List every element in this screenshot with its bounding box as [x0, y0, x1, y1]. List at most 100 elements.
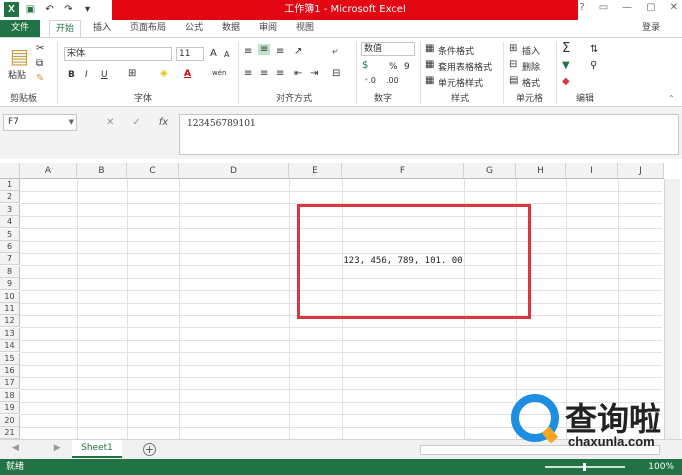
- align-bottom-icon[interactable]: ≡: [276, 46, 284, 57]
- column-header-e[interactable]: E: [289, 163, 342, 179]
- row-header[interactable]: 20: [0, 414, 20, 427]
- number-format-select[interactable]: 数值: [361, 42, 415, 56]
- column-header-c[interactable]: C: [127, 163, 179, 179]
- align-top-icon[interactable]: ≡: [244, 46, 252, 57]
- tab-review[interactable]: 审阅: [254, 20, 282, 37]
- select-all-corner[interactable]: [0, 163, 20, 179]
- login-link[interactable]: 登录: [642, 20, 660, 37]
- chevron-down-icon[interactable]: ▼: [69, 115, 74, 130]
- row-header[interactable]: 8: [0, 265, 20, 278]
- align-left-icon[interactable]: ≡: [244, 68, 252, 79]
- column-header-f[interactable]: F: [342, 163, 464, 179]
- add-sheet-button[interactable]: +: [143, 443, 156, 456]
- collapse-ribbon-icon[interactable]: ⌃: [668, 94, 675, 103]
- font-color-button[interactable]: A: [184, 69, 191, 79]
- decrease-indent-icon[interactable]: ⇤: [294, 68, 302, 79]
- name-box[interactable]: F7 ▼: [3, 114, 77, 131]
- conditional-format-button[interactable]: 条件格式: [438, 44, 474, 57]
- row-header[interactable]: 7: [0, 253, 20, 266]
- delete-cells-icon[interactable]: ⊟: [509, 59, 517, 70]
- grow-font-button[interactable]: A: [210, 48, 217, 59]
- format-as-table-button[interactable]: 套用表格格式: [438, 60, 492, 73]
- tab-view[interactable]: 视图: [291, 20, 319, 37]
- fill-color-icon[interactable]: ◈: [160, 68, 168, 79]
- italic-button[interactable]: I: [85, 70, 88, 80]
- row-header[interactable]: 21: [0, 427, 20, 439]
- ribbon-display-icon[interactable]: ▭: [599, 2, 608, 13]
- autosum-button[interactable]: Σ: [562, 41, 570, 56]
- percent-button[interactable]: %: [389, 62, 398, 72]
- merge-center-icon[interactable]: ⊟: [332, 68, 340, 79]
- minimize-icon[interactable]: —: [622, 2, 632, 13]
- insert-function-icon[interactable]: fx: [159, 114, 168, 131]
- row-header[interactable]: 10: [0, 290, 20, 303]
- column-header-g[interactable]: G: [464, 163, 516, 179]
- format-cells-icon[interactable]: ▤: [509, 75, 518, 86]
- save-icon[interactable]: ▣: [23, 2, 38, 17]
- insert-cells-icon[interactable]: ⊞: [509, 43, 517, 54]
- orientation-icon[interactable]: ↗: [294, 46, 302, 57]
- font-size-select[interactable]: 11: [176, 47, 204, 61]
- cancel-icon[interactable]: ✕: [106, 114, 114, 131]
- column-header-d[interactable]: D: [179, 163, 289, 179]
- align-middle-icon[interactable]: ≡: [258, 44, 271, 55]
- conditional-format-icon[interactable]: ▦: [425, 43, 434, 54]
- column-header-j[interactable]: J: [618, 163, 664, 179]
- row-header[interactable]: 5: [0, 228, 20, 241]
- row-header[interactable]: 14: [0, 340, 20, 353]
- decrease-decimal-icon[interactable]: .00: [386, 76, 399, 85]
- row-header[interactable]: 11: [0, 303, 20, 315]
- clear-icon[interactable]: ◆: [562, 76, 570, 87]
- shrink-font-button[interactable]: A: [224, 50, 229, 59]
- row-header[interactable]: 13: [0, 327, 20, 340]
- row-header[interactable]: 2: [0, 191, 20, 204]
- align-center-icon[interactable]: ≡: [260, 68, 268, 79]
- accounting-format-icon[interactable]: $: [362, 60, 368, 71]
- phonetic-button[interactable]: wén: [212, 69, 226, 77]
- tab-data[interactable]: 数据: [217, 20, 245, 37]
- undo-icon[interactable]: ↶: [42, 2, 57, 17]
- sheet-tab-sheet1[interactable]: Sheet1: [72, 440, 122, 458]
- row-header[interactable]: 15: [0, 352, 20, 365]
- tab-home[interactable]: 开始: [49, 20, 81, 37]
- column-header-h[interactable]: H: [516, 163, 566, 179]
- row-header[interactable]: 9: [0, 278, 20, 291]
- zoom-slider-thumb[interactable]: [583, 463, 586, 471]
- column-header-b[interactable]: B: [77, 163, 127, 179]
- column-header-a[interactable]: A: [20, 163, 77, 179]
- row-header[interactable]: 18: [0, 389, 20, 402]
- sort-filter-icon[interactable]: ⇅: [590, 44, 598, 55]
- cell-styles-icon[interactable]: ▦: [425, 75, 434, 86]
- tab-insert[interactable]: 插入: [88, 20, 116, 37]
- sheet-nav-arrows[interactable]: ◀ ▶: [12, 443, 77, 453]
- row-header[interactable]: 6: [0, 241, 20, 253]
- border-icon[interactable]: ⊞: [128, 68, 136, 79]
- zoom-slider[interactable]: [545, 463, 625, 471]
- column-header-i[interactable]: I: [566, 163, 618, 179]
- cell-styles-button[interactable]: 单元格样式: [438, 76, 483, 89]
- align-right-icon[interactable]: ≡: [276, 68, 284, 79]
- bold-button[interactable]: B: [68, 70, 75, 80]
- delete-cells-button[interactable]: 删除: [522, 60, 540, 73]
- row-header[interactable]: 1: [0, 179, 20, 191]
- cut-icon[interactable]: ✂: [36, 43, 44, 54]
- enter-icon[interactable]: ✓: [132, 114, 140, 131]
- format-as-table-icon[interactable]: ▦: [425, 59, 434, 70]
- close-icon[interactable]: ✕: [670, 2, 678, 13]
- help-icon[interactable]: ?: [579, 2, 584, 13]
- fill-icon[interactable]: ▼: [562, 60, 570, 71]
- row-header[interactable]: 12: [0, 315, 20, 328]
- tab-formulas[interactable]: 公式: [180, 20, 208, 37]
- row-header[interactable]: 17: [0, 377, 20, 390]
- insert-cells-button[interactable]: 插入: [522, 44, 540, 57]
- wrap-text-icon[interactable]: ⤶: [332, 46, 338, 57]
- find-select-icon[interactable]: ⚲: [590, 60, 597, 71]
- row-header[interactable]: 16: [0, 365, 20, 377]
- copy-icon[interactable]: ⧉: [36, 58, 43, 69]
- redo-icon[interactable]: ↷: [61, 2, 76, 17]
- row-header[interactable]: 19: [0, 402, 20, 415]
- maximize-icon[interactable]: ▢: [646, 2, 655, 13]
- paste-icon[interactable]: ▤: [10, 44, 29, 68]
- format-painter-icon[interactable]: ✎: [36, 73, 44, 84]
- increase-indent-icon[interactable]: ⇥: [310, 68, 318, 79]
